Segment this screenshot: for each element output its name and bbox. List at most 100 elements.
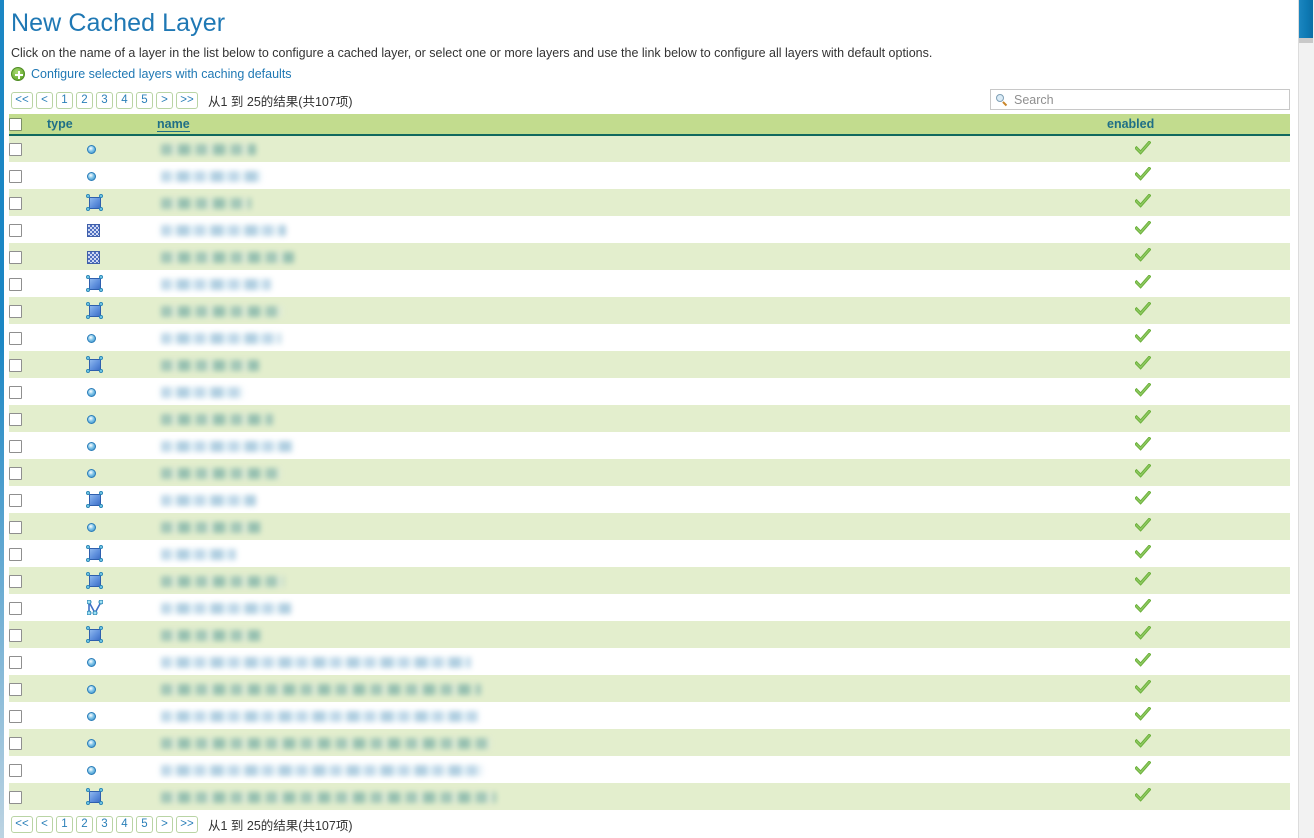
row-name-cell[interactable] — [157, 756, 1107, 783]
row-select-checkbox[interactable] — [9, 547, 22, 561]
table-row[interactable] — [9, 513, 1290, 540]
table-row[interactable] — [9, 351, 1290, 378]
layer-name-link[interactable] — [161, 710, 479, 722]
row-name-cell[interactable] — [157, 621, 1107, 648]
table-row[interactable] — [9, 756, 1290, 783]
table-row[interactable] — [9, 189, 1290, 216]
row-name-cell[interactable] — [157, 729, 1107, 756]
row-select-checkbox[interactable] — [9, 358, 22, 372]
row-select-checkbox[interactable] — [9, 466, 22, 480]
table-row[interactable] — [9, 567, 1290, 594]
table-row[interactable] — [9, 783, 1290, 810]
table-row[interactable] — [9, 243, 1290, 270]
table-row[interactable] — [9, 648, 1290, 675]
layer-name-link[interactable] — [161, 359, 259, 371]
table-row[interactable] — [9, 459, 1290, 486]
row-select-checkbox[interactable] — [9, 277, 22, 291]
table-row[interactable] — [9, 540, 1290, 567]
pager-first-button[interactable]: << — [11, 92, 33, 109]
row-name-cell[interactable] — [157, 243, 1107, 270]
pager-last-button-bottom[interactable]: >> — [176, 816, 198, 833]
row-name-cell[interactable] — [157, 351, 1107, 378]
row-name-cell[interactable] — [157, 540, 1107, 567]
select-all-checkbox[interactable] — [9, 118, 22, 132]
header-name-sort-link[interactable]: name — [157, 117, 190, 132]
layer-name-link[interactable] — [161, 521, 261, 533]
row-select-checkbox[interactable] — [9, 655, 22, 669]
layer-name-link[interactable] — [161, 332, 281, 344]
pager-prev-button[interactable]: < — [36, 92, 53, 109]
layer-name-link[interactable] — [161, 224, 286, 236]
scrollbar-thumb[interactable] — [1299, 0, 1313, 38]
row-name-cell[interactable] — [157, 594, 1107, 621]
layer-name-link[interactable] — [161, 170, 261, 182]
row-select-checkbox[interactable] — [9, 763, 22, 777]
pager-page-2[interactable]: 2 — [76, 92, 93, 109]
scrollbar-track[interactable] — [1299, 38, 1313, 43]
row-name-cell[interactable] — [157, 297, 1107, 324]
pager-page-2-bottom[interactable]: 2 — [76, 816, 93, 833]
table-row[interactable] — [9, 162, 1290, 189]
vertical-scrollbar[interactable] — [1298, 0, 1314, 838]
row-select-checkbox[interactable] — [9, 331, 22, 345]
table-row[interactable] — [9, 729, 1290, 756]
row-select-checkbox[interactable] — [9, 169, 22, 183]
layer-name-link[interactable] — [161, 602, 291, 614]
layer-name-link[interactable] — [161, 764, 483, 776]
row-select-checkbox[interactable] — [9, 736, 22, 750]
row-name-cell[interactable] — [157, 513, 1107, 540]
table-row[interactable] — [9, 486, 1290, 513]
row-select-checkbox[interactable] — [9, 574, 22, 588]
row-select-checkbox[interactable] — [9, 520, 22, 534]
pager-page-4[interactable]: 4 — [116, 92, 133, 109]
row-select-checkbox[interactable] — [9, 628, 22, 642]
row-select-checkbox[interactable] — [9, 790, 22, 804]
row-select-checkbox[interactable] — [9, 412, 22, 426]
row-select-checkbox[interactable] — [9, 709, 22, 723]
row-select-checkbox[interactable] — [9, 143, 22, 157]
row-name-cell[interactable] — [157, 648, 1107, 675]
pager-next-button-bottom[interactable]: > — [156, 816, 173, 833]
row-name-cell[interactable] — [157, 216, 1107, 243]
pager-page-3-bottom[interactable]: 3 — [96, 816, 113, 833]
row-select-checkbox[interactable] — [9, 682, 22, 696]
layer-name-link[interactable] — [161, 305, 283, 317]
row-select-checkbox[interactable] — [9, 250, 22, 264]
table-row[interactable] — [9, 432, 1290, 459]
pager-page-1[interactable]: 1 — [56, 92, 73, 109]
layer-name-link[interactable] — [161, 386, 243, 398]
table-row[interactable] — [9, 270, 1290, 297]
table-row[interactable] — [9, 378, 1290, 405]
layer-name-link[interactable] — [161, 251, 294, 263]
layer-name-link[interactable] — [161, 656, 471, 668]
layer-name-link[interactable] — [161, 144, 256, 156]
pager-next-button[interactable]: > — [156, 92, 173, 109]
row-name-cell[interactable] — [157, 135, 1107, 162]
row-name-cell[interactable] — [157, 675, 1107, 702]
table-row[interactable] — [9, 675, 1290, 702]
table-row[interactable] — [9, 702, 1290, 729]
row-select-checkbox[interactable] — [9, 439, 22, 453]
row-select-checkbox[interactable] — [9, 601, 22, 615]
pager-page-3[interactable]: 3 — [96, 92, 113, 109]
layer-name-link[interactable] — [161, 440, 293, 452]
pager-page-5[interactable]: 5 — [136, 92, 153, 109]
table-row[interactable] — [9, 594, 1290, 621]
row-name-cell[interactable] — [157, 378, 1107, 405]
row-name-cell[interactable] — [157, 405, 1107, 432]
layer-name-link[interactable] — [161, 548, 236, 560]
pager-page-5-bottom[interactable]: 5 — [136, 816, 153, 833]
pager-prev-button-bottom[interactable]: < — [36, 816, 53, 833]
row-name-cell[interactable] — [157, 189, 1107, 216]
row-select-checkbox[interactable] — [9, 223, 22, 237]
layer-name-link[interactable] — [161, 791, 496, 803]
row-select-checkbox[interactable] — [9, 196, 22, 210]
row-select-checkbox[interactable] — [9, 493, 22, 507]
pager-page-1-bottom[interactable]: 1 — [56, 816, 73, 833]
row-name-cell[interactable] — [157, 432, 1107, 459]
configure-selected-layers-link[interactable]: Configure selected layers with caching d… — [31, 67, 292, 81]
pager-last-button[interactable]: >> — [176, 92, 198, 109]
table-row[interactable] — [9, 324, 1290, 351]
row-name-cell[interactable] — [157, 459, 1107, 486]
layer-name-link[interactable] — [161, 683, 481, 695]
